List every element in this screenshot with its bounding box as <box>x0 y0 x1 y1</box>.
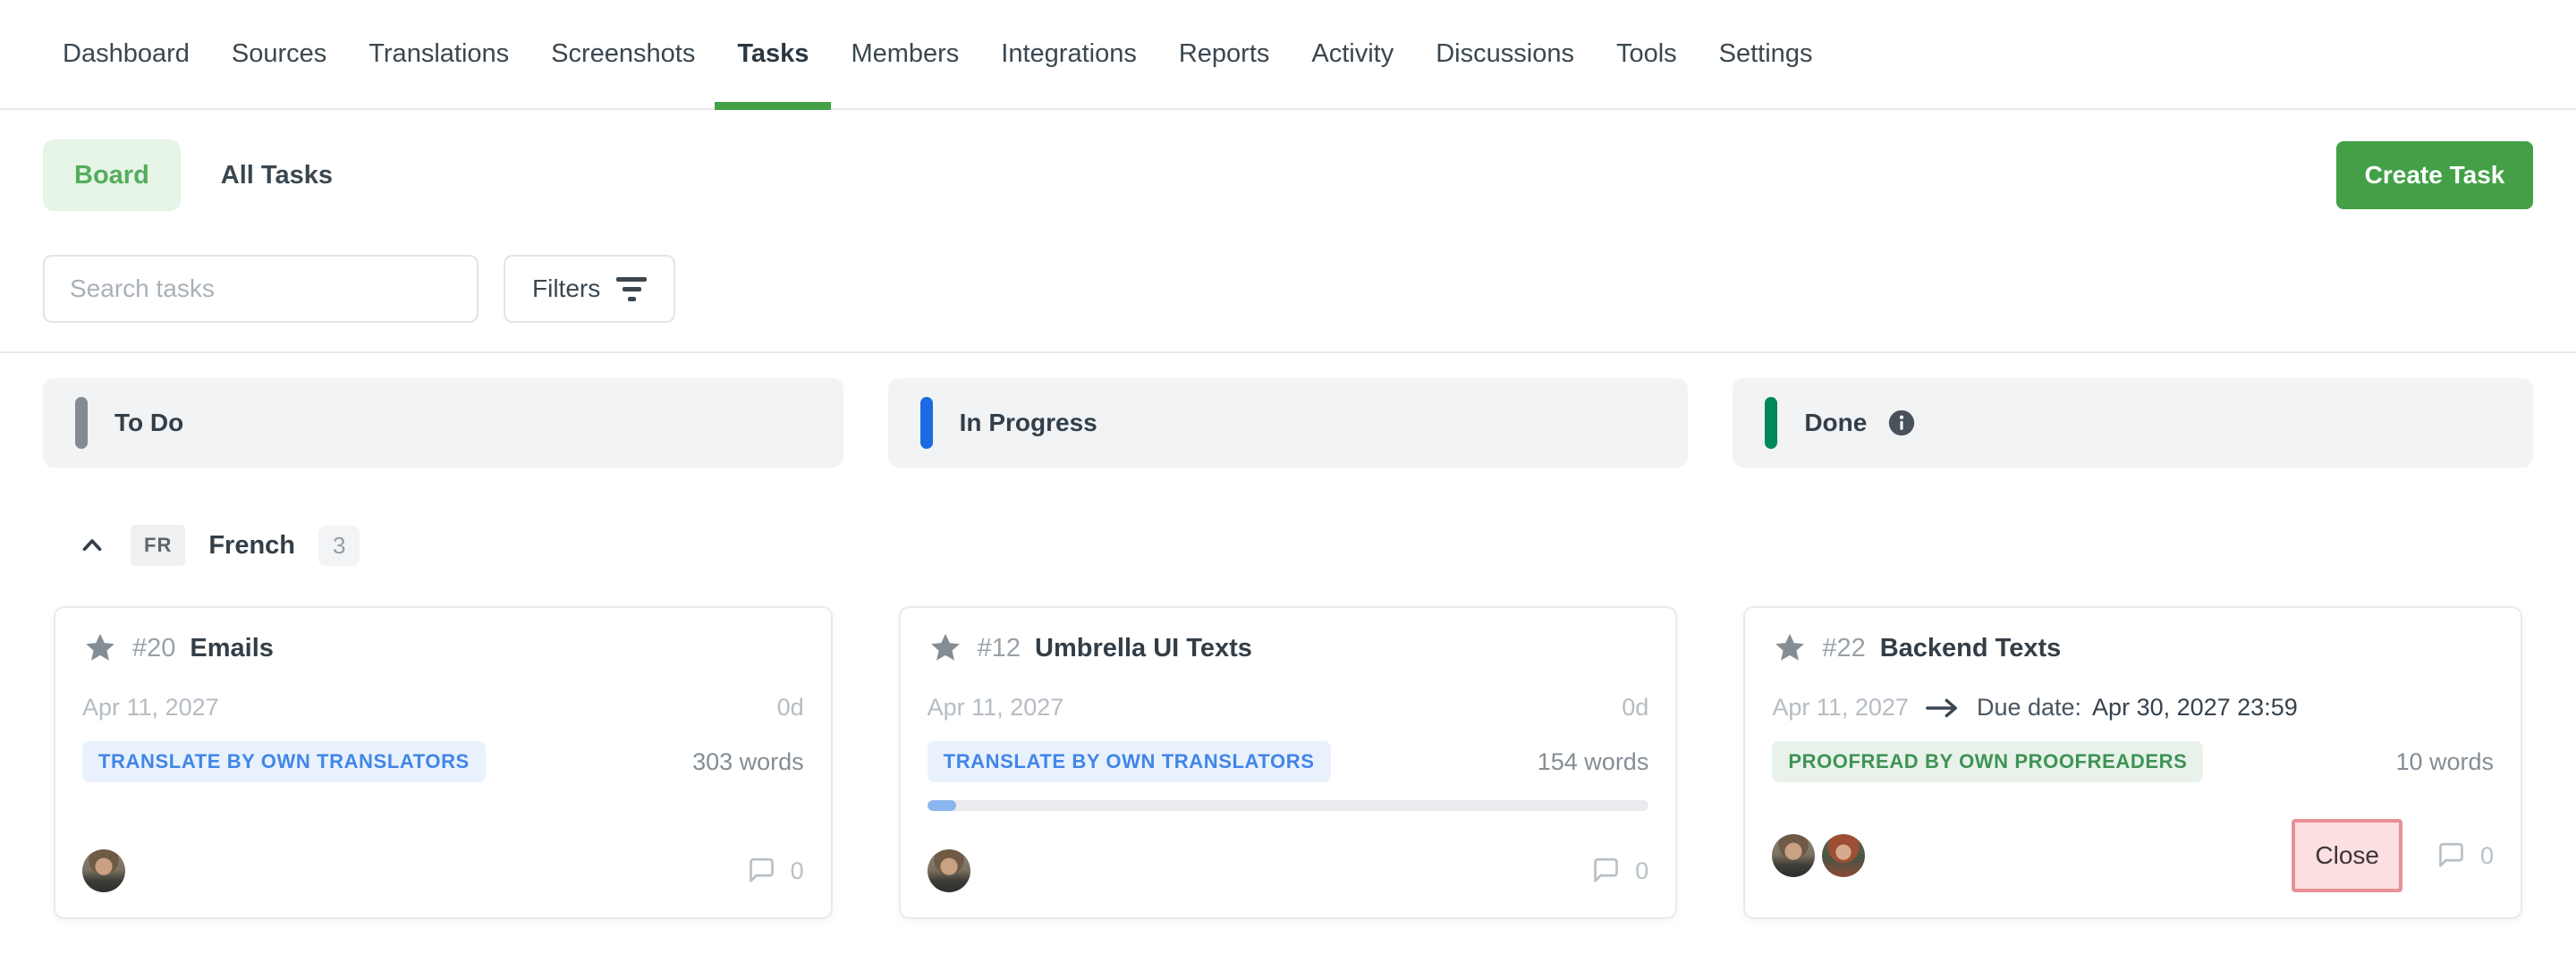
word-count: 10 words <box>2395 748 2494 776</box>
task-id: #22 <box>1822 634 1865 663</box>
column-header-in-progress[interactable]: In Progress <box>888 378 1689 468</box>
section-divider <box>0 351 2576 353</box>
star-icon[interactable] <box>82 631 118 665</box>
view-toolbar: Board All Tasks Create Task <box>0 139 2576 211</box>
nav-item-tools[interactable]: Tools <box>1616 0 1677 108</box>
task-title: Umbrella UI Texts <box>1035 634 1252 663</box>
language-code-badge: FR <box>131 525 185 566</box>
close-task-button[interactable]: Close <box>2292 819 2402 892</box>
task-id: #12 <box>978 634 1021 663</box>
done-marker <box>1765 397 1777 449</box>
progress-bar-fill <box>928 800 956 811</box>
comment-count: 0 <box>791 857 804 885</box>
task-card-12[interactable]: #12 Umbrella UI Texts Apr 11, 2027 0d TR… <box>899 606 1678 919</box>
language-group-row: FR French 3 <box>0 525 2576 566</box>
nav-item-tasks[interactable]: Tasks <box>737 0 809 108</box>
task-count-badge: 3 <box>318 526 360 566</box>
woman-avatar[interactable] <box>1822 834 1865 877</box>
star-icon[interactable] <box>1772 631 1808 665</box>
column-label: In Progress <box>960 409 1097 437</box>
star-icon[interactable] <box>928 631 963 665</box>
tab-all-tasks[interactable]: All Tasks <box>221 161 333 190</box>
task-date: Apr 11, 2027 <box>1772 694 1909 722</box>
language-name: French <box>208 531 295 561</box>
comment-count: 0 <box>2480 842 2494 870</box>
search-input[interactable] <box>43 255 479 323</box>
task-duration: 0d <box>1622 694 1648 722</box>
filters-button-label: Filters <box>532 274 600 303</box>
in-progress-marker <box>920 397 933 449</box>
comment-count: 0 <box>1635 857 1648 885</box>
man-avatar[interactable] <box>82 849 125 892</box>
due-date-label: Due date: <box>1977 694 2081 722</box>
task-date: Apr 11, 2027 <box>928 694 1064 722</box>
due-date-value: Apr 30, 2027 23:59 <box>2092 694 2298 722</box>
nav-item-integrations[interactable]: Integrations <box>1001 0 1137 108</box>
nav-item-reports[interactable]: Reports <box>1179 0 1270 108</box>
comment-bubble-icon[interactable] <box>2435 840 2468 872</box>
nav-item-activity[interactable]: Activity <box>1311 0 1394 108</box>
nav-item-settings[interactable]: Settings <box>1719 0 1813 108</box>
task-date: Apr 11, 2027 <box>82 694 219 722</box>
progress-bar[interactable] <box>928 800 1649 811</box>
nav-item-screenshots[interactable]: Screenshots <box>551 0 695 108</box>
todo-marker <box>75 397 88 449</box>
column-header-done[interactable]: Done <box>1733 378 2533 468</box>
task-duration: 0d <box>777 694 804 722</box>
task-type-badge: TRANSLATE BY OWN TRANSLATORS <box>82 741 486 782</box>
filters-button[interactable]: Filters <box>504 255 675 323</box>
chevron-up-icon[interactable] <box>77 530 107 561</box>
man-avatar[interactable] <box>928 849 970 892</box>
board-column-headers: To Do In Progress Done <box>0 378 2576 468</box>
nav-item-members[interactable]: Members <box>851 0 959 108</box>
word-count: 303 words <box>692 748 804 776</box>
task-id: #20 <box>132 634 175 663</box>
arrow-right-icon <box>1925 695 1961 722</box>
info-icon[interactable] <box>1886 408 1917 438</box>
task-type-badge: TRANSLATE BY OWN TRANSLATORS <box>928 741 1331 782</box>
task-type-badge: PROOFREAD BY OWN PROOFREADERS <box>1772 741 2203 782</box>
column-label: To Do <box>114 409 183 437</box>
task-title: Backend Texts <box>1880 634 2062 663</box>
nav-item-discussions[interactable]: Discussions <box>1436 0 1574 108</box>
tab-board[interactable]: Board <box>43 139 181 211</box>
filter-lines-icon <box>616 277 647 301</box>
top-navigation: Dashboard Sources Translations Screensho… <box>0 0 2576 110</box>
task-card-22[interactable]: #22 Backend Texts Apr 11, 2027 Due date:… <box>1743 606 2522 919</box>
nav-item-dashboard[interactable]: Dashboard <box>63 0 190 108</box>
column-header-todo[interactable]: To Do <box>43 378 843 468</box>
comment-bubble-icon[interactable] <box>1589 855 1623 887</box>
man-avatar[interactable] <box>1772 834 1815 877</box>
cards-row: #20 Emails Apr 11, 2027 0d TRANSLATE BY … <box>0 606 2576 919</box>
column-label: Done <box>1804 409 1867 437</box>
word-count: 154 words <box>1538 748 1649 776</box>
nav-item-translations[interactable]: Translations <box>369 0 509 108</box>
comment-bubble-icon[interactable] <box>745 855 778 887</box>
nav-item-sources[interactable]: Sources <box>232 0 326 108</box>
task-card-20[interactable]: #20 Emails Apr 11, 2027 0d TRANSLATE BY … <box>54 606 833 919</box>
task-title: Emails <box>190 634 274 663</box>
create-task-button[interactable]: Create Task <box>2336 141 2533 209</box>
search-row: Filters <box>0 255 2576 323</box>
